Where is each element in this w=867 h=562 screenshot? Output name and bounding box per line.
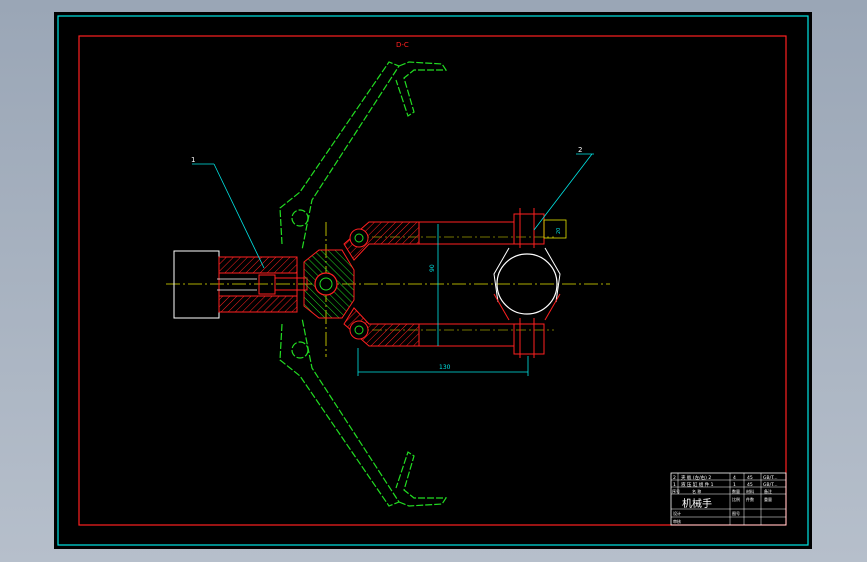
- lower-arm-finger: [395, 451, 448, 507]
- cylinder-bore: [218, 272, 298, 297]
- row-2-mat: 45: [747, 482, 753, 488]
- hub-pin: [314, 272, 338, 296]
- lower-link-pin: [349, 320, 369, 340]
- cylinder-upper-wall: [218, 256, 298, 274]
- balloon-2: 2: [578, 146, 582, 154]
- header-name: 名 称: [692, 488, 701, 494]
- row-2-name: 液 压 缸 组 件 1: [681, 481, 714, 488]
- row-1-no: 2: [673, 475, 676, 481]
- lower-arm-pivot: [291, 341, 309, 359]
- outer-frame: [57, 15, 809, 546]
- field-weight: 重量: [764, 496, 772, 502]
- header-no: 序号: [672, 488, 680, 494]
- dim-small-label: 20: [556, 228, 562, 234]
- field-check: 审核: [673, 518, 681, 524]
- title-block[interactable]: 2 夹 板 (左/右) 2 4 45 GB/T... 1 液 压 缸 组 件 1…: [670, 472, 787, 526]
- field-count: 件数: [746, 496, 754, 502]
- drawing-title: 机械手: [682, 497, 712, 510]
- header-mat: 材料: [746, 488, 754, 494]
- mechanical-drawing[interactable]: 90 130 20 D-C 1 2 2 夹 板 (左/右) 2 4 45 GB/…: [54, 12, 812, 549]
- upper-arm-pivot: [291, 209, 309, 227]
- v-jaw-upper-right: [544, 247, 561, 303]
- row-2-qty: 1: [733, 482, 736, 488]
- upper-jaw-bar: [418, 221, 515, 245]
- lower-jaw-clamp: [513, 323, 545, 355]
- upper-jaw-clamp: [513, 213, 545, 245]
- row-1-name: 夹 板 (左/右) 2: [681, 474, 711, 481]
- cylinder-lower-wall: [218, 295, 298, 313]
- section-label: D-C: [396, 41, 409, 49]
- upper-jaw[interactable]: [343, 208, 567, 261]
- cylinder-assembly[interactable]: [173, 250, 308, 319]
- field-dwg-no: 图号: [732, 510, 740, 516]
- header-note: 备注: [764, 488, 772, 494]
- v-jaw-upper: [493, 247, 510, 303]
- balloon-1: 1: [191, 156, 195, 164]
- dim-vertical-label: 90: [429, 264, 436, 272]
- header-qty: 数量: [732, 488, 740, 494]
- cylinder-end-cap: [173, 250, 220, 319]
- upper-bolt-head: [543, 219, 567, 239]
- row-1-note: GB/T...: [763, 475, 778, 481]
- leader-2: [533, 153, 593, 231]
- lower-jaw[interactable]: [343, 307, 545, 358]
- leader-1: [213, 163, 265, 269]
- central-hub[interactable]: [303, 249, 355, 319]
- row-2-note: GB/T...: [763, 482, 778, 488]
- upper-arm-finger: [395, 61, 448, 117]
- dim-horizontal-label: 130: [439, 364, 451, 371]
- field-scale: 比例: [732, 496, 740, 502]
- row-1-qty: 4: [733, 475, 736, 481]
- row-1-mat: 45: [747, 475, 753, 481]
- field-design: 设计: [673, 510, 681, 516]
- border-frame: [78, 35, 787, 526]
- lower-jaw-bar: [418, 323, 515, 347]
- upper-link-pin: [349, 228, 369, 248]
- v-jaw-lower: [493, 293, 510, 321]
- piston: [258, 274, 276, 295]
- cad-viewport[interactable]: 90 130 20 D-C 1 2 2 夹 板 (左/右) 2 4 45 GB/…: [54, 12, 812, 549]
- v-jaw-lower-right: [544, 293, 561, 321]
- row-2-no: 1: [673, 482, 676, 488]
